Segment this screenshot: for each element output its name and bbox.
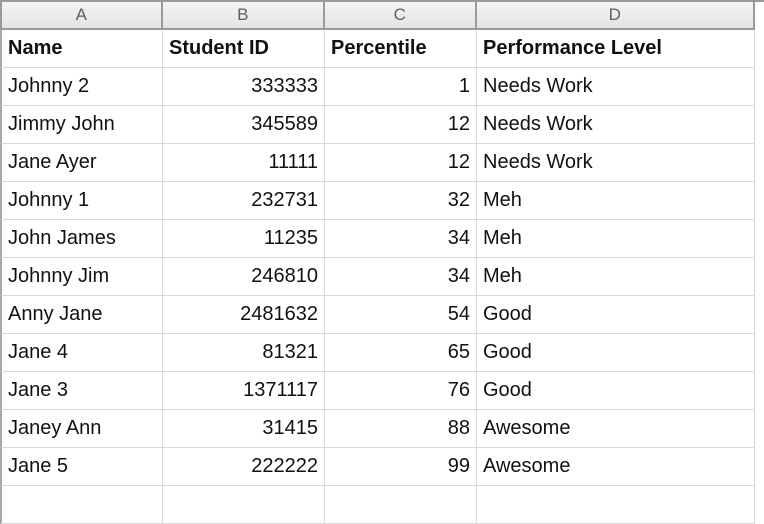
cell-performance-level[interactable]: Needs Work [477, 144, 755, 182]
cell-student-id[interactable]: 11235 [163, 220, 325, 258]
cell-name[interactable]: Jimmy John [0, 106, 163, 144]
header-cell-percentile[interactable]: Percentile [325, 30, 477, 68]
cell-performance-level[interactable]: Meh [477, 258, 755, 296]
cell-percentile[interactable]: 34 [325, 220, 477, 258]
table-row: John James 11235 34 Meh [0, 220, 764, 258]
cell-name[interactable]: John James [0, 220, 163, 258]
cell-student-id[interactable]: 345589 [163, 106, 325, 144]
cell-student-id[interactable]: 81321 [163, 334, 325, 372]
table-row: Janey Ann 31415 88 Awesome [0, 410, 764, 448]
cell-performance-level[interactable]: Awesome [477, 410, 755, 448]
cell-name[interactable]: Johnny Jim [0, 258, 163, 296]
cell-student-id[interactable] [163, 486, 325, 524]
cell-percentile[interactable]: 32 [325, 182, 477, 220]
cell-student-id[interactable]: 31415 [163, 410, 325, 448]
row-filler [755, 220, 764, 258]
cell-student-id[interactable]: 1371117 [163, 372, 325, 410]
cell-student-id[interactable]: 246810 [163, 258, 325, 296]
cell-student-id[interactable]: 2481632 [163, 296, 325, 334]
table-row: Johnny 1 232731 32 Meh [0, 182, 764, 220]
cell-performance-level[interactable]: Meh [477, 220, 755, 258]
row-filler [755, 410, 764, 448]
row-filler [755, 182, 764, 220]
cell-percentile[interactable]: 12 [325, 106, 477, 144]
row-filler [755, 106, 764, 144]
cell-performance-level[interactable]: Awesome [477, 448, 755, 486]
cell-performance-level[interactable]: Needs Work [477, 106, 755, 144]
table-header-row: Name Student ID Percentile Performance L… [0, 30, 764, 68]
cell-student-id[interactable]: 11111 [163, 144, 325, 182]
cell-percentile[interactable] [325, 486, 477, 524]
table-row: Anny Jane 2481632 54 Good [0, 296, 764, 334]
row-filler [755, 68, 764, 106]
row-filler [755, 258, 764, 296]
spreadsheet-grid: A B C D Name Student ID Percentile Perfo… [0, 0, 764, 524]
cell-percentile[interactable]: 54 [325, 296, 477, 334]
cell-performance-level[interactable]: Good [477, 334, 755, 372]
table-row: Jane 3 1371117 76 Good [0, 372, 764, 410]
row-filler [755, 372, 764, 410]
table-body: Johnny 2 333333 1 Needs Work Jimmy John 34558… [0, 68, 764, 524]
cell-percentile[interactable]: 12 [325, 144, 477, 182]
cell-performance-level[interactable] [477, 486, 755, 524]
table-row: Jane Ayer 11111 12 Needs Work [0, 144, 764, 182]
cell-percentile[interactable]: 1 [325, 68, 477, 106]
column-header-b[interactable]: B [163, 2, 325, 30]
cell-student-id[interactable]: 232731 [163, 182, 325, 220]
cell-name[interactable]: Jane 4 [0, 334, 163, 372]
cell-name[interactable]: Anny Jane [0, 296, 163, 334]
table-row: Johnny 2 333333 1 Needs Work [0, 68, 764, 106]
cell-percentile[interactable]: 76 [325, 372, 477, 410]
row-filler [755, 448, 764, 486]
row-filler [755, 334, 764, 372]
cell-name[interactable] [0, 486, 163, 524]
row-filler [755, 486, 764, 524]
cell-percentile[interactable]: 65 [325, 334, 477, 372]
column-header-a[interactable]: A [0, 2, 163, 30]
row-filler [755, 144, 764, 182]
column-header-d[interactable]: D [477, 2, 755, 30]
table-row: Jane 5 222222 99 Awesome [0, 448, 764, 486]
cell-percentile[interactable]: 34 [325, 258, 477, 296]
column-header-c[interactable]: C [325, 2, 477, 30]
cell-performance-level[interactable]: Good [477, 296, 755, 334]
cell-performance-level[interactable]: Meh [477, 182, 755, 220]
cell-name[interactable]: Janey Ann [0, 410, 163, 448]
header-cell-student-id[interactable]: Student ID [163, 30, 325, 68]
header-cell-performance-level[interactable]: Performance Level [477, 30, 755, 68]
cell-percentile[interactable]: 88 [325, 410, 477, 448]
column-header-row: A B C D [0, 0, 764, 30]
cell-name[interactable]: Jane Ayer [0, 144, 163, 182]
cell-percentile[interactable]: 99 [325, 448, 477, 486]
cell-name[interactable]: Jane 5 [0, 448, 163, 486]
cell-student-id[interactable]: 333333 [163, 68, 325, 106]
table-row [0, 486, 764, 524]
cell-name[interactable]: Johnny 1 [0, 182, 163, 220]
cell-performance-level[interactable]: Good [477, 372, 755, 410]
cell-performance-level[interactable]: Needs Work [477, 68, 755, 106]
table-row: Johnny Jim 246810 34 Meh [0, 258, 764, 296]
table-row: Jane 4 81321 65 Good [0, 334, 764, 372]
column-header-filler [755, 2, 764, 30]
row-filler [755, 296, 764, 334]
header-cell-name[interactable]: Name [0, 30, 163, 68]
row-filler [755, 30, 764, 68]
cell-name[interactable]: Jane 3 [0, 372, 163, 410]
cell-name[interactable]: Johnny 2 [0, 68, 163, 106]
table-row: Jimmy John 345589 12 Needs Work [0, 106, 764, 144]
cell-student-id[interactable]: 222222 [163, 448, 325, 486]
